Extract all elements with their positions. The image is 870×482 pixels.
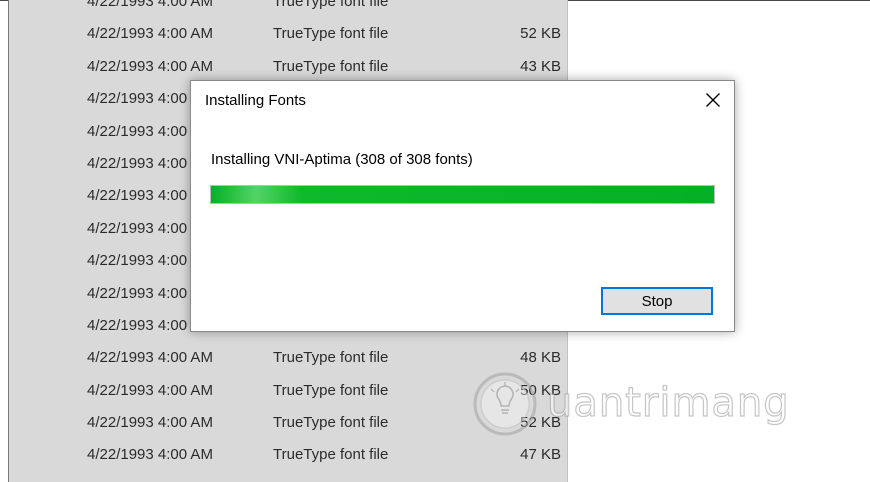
progress-bar (210, 185, 715, 204)
screenshot: 4/22/1993 4:00 AM TrueType font file 4/22/… (0, 0, 870, 482)
file-type-cell: TrueType font file (273, 414, 389, 432)
file-row[interactable]: 4/22/1993 4:00 AM TrueType font file 52 KB (9, 407, 567, 439)
file-row[interactable]: 4/22/1993 4:00 AM TrueType font file 47 KB (9, 439, 567, 471)
file-size-cell: 48 KB (520, 349, 561, 367)
file-date-cell: 4/22/1993 4:00 AM (87, 381, 213, 399)
progress-fill (211, 186, 714, 203)
file-row[interactable]: 4/22/1993 4:00 AM TrueType font file 48 KB (9, 342, 567, 374)
dialog-title: Installing Fonts (205, 92, 306, 109)
installing-fonts-dialog: Installing Fonts Installing VNI-Aptima (… (190, 80, 735, 332)
file-date-cell: 4/22/1993 4:00 AM (87, 57, 213, 75)
file-type-cell: TrueType font file (273, 446, 389, 464)
file-type-cell: TrueType font file (273, 349, 389, 367)
file-date-cell: 4/22/1993 4:00 AM (87, 0, 213, 10)
install-status-text: Installing VNI-Aptima (308 of 308 fonts) (211, 151, 473, 168)
close-icon (706, 93, 720, 107)
file-size-cell: 43 KB (520, 57, 561, 75)
file-size-cell: 52 KB (520, 414, 561, 432)
file-row[interactable]: 4/22/1993 4:00 AM TrueType font file 52 KB (9, 18, 567, 50)
file-row[interactable]: 4/22/1993 4:00 AM TrueType font file 43 KB (9, 51, 567, 83)
file-date-cell: 4/22/1993 4:00 AM (87, 349, 213, 367)
file-date-cell: 4/22/1993 4:00 AM (87, 25, 213, 43)
file-row[interactable]: 4/22/1993 4:00 AM TrueType font file 50 KB (9, 375, 567, 407)
watermark-text: uantrimang (546, 379, 790, 426)
stop-button[interactable]: Stop (601, 287, 713, 315)
close-button[interactable] (698, 85, 728, 115)
file-row[interactable]: 4/22/1993 4:00 AM TrueType font file (9, 0, 567, 18)
file-size-cell: 47 KB (520, 446, 561, 464)
file-type-cell: TrueType font file (273, 57, 389, 75)
file-type-cell: TrueType font file (273, 0, 389, 10)
file-date-cell: 4/22/1993 4:00 AM (87, 414, 213, 432)
file-size-cell: 52 KB (520, 25, 561, 43)
file-date-cell: 4/22/1993 4:00 AM (87, 446, 213, 464)
file-type-cell: TrueType font file (273, 25, 389, 43)
file-type-cell: TrueType font file (273, 381, 389, 399)
file-size-cell: 50 KB (520, 381, 561, 399)
